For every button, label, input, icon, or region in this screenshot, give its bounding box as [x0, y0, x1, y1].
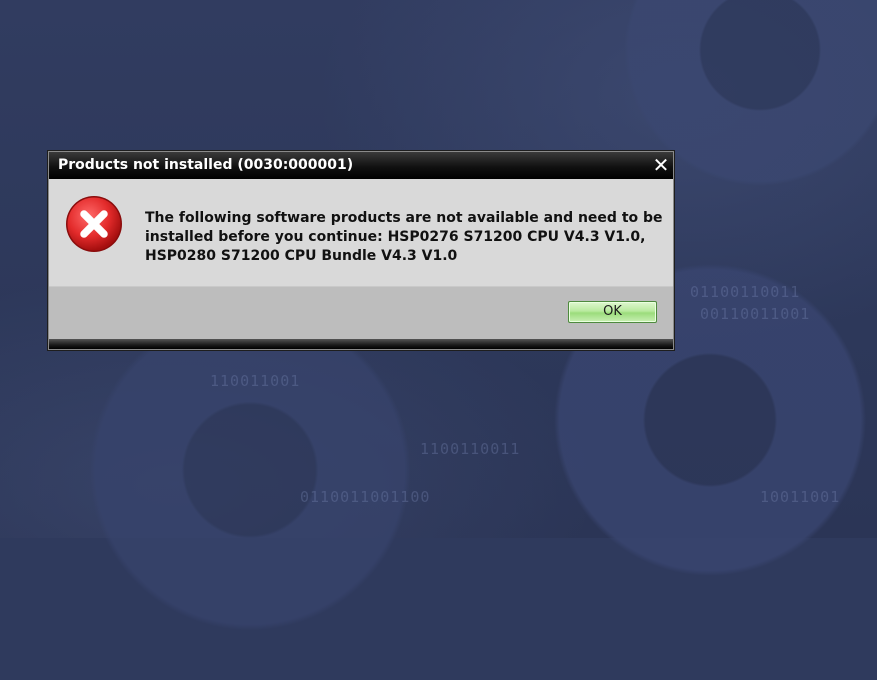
error-message: The following software products are not … — [145, 210, 663, 264]
binary-decoration: 00110011001 — [700, 305, 811, 323]
dialog-content: The following software products are not … — [49, 179, 673, 286]
dialog-titlebar[interactable]: Products not installed (0030:000001) ✕ — [49, 152, 673, 179]
ok-button[interactable]: OK — [568, 301, 657, 323]
binary-decoration: 1100110011 — [420, 440, 521, 458]
binary-decoration: 01100110011 — [690, 283, 801, 301]
dialog-footer: OK — [49, 286, 673, 339]
error-dialog: Products not installed (0030:000001) ✕ T… — [48, 151, 674, 350]
error-icon — [66, 196, 122, 252]
close-icon: ✕ — [652, 153, 670, 177]
dialog-title: Products not installed (0030:000001) — [58, 157, 354, 173]
binary-decoration: 0110011001100 — [300, 488, 431, 506]
binary-decoration: 110011001 — [210, 372, 301, 390]
binary-decoration: 10011001 — [760, 488, 841, 506]
close-button[interactable]: ✕ — [650, 154, 672, 176]
dialog-bottom-bar — [49, 339, 673, 349]
